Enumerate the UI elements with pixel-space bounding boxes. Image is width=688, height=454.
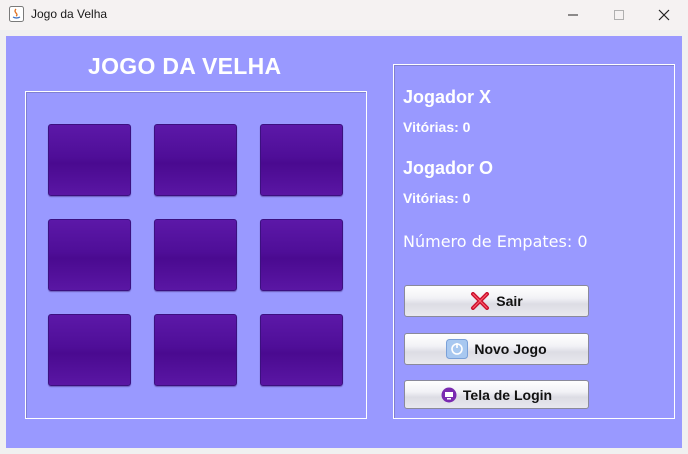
game-window: JOGO DA VELHA Jogador X Vitórias: 0 Joga… [6, 36, 682, 448]
title-bar: Jogo da Velha [0, 0, 688, 30]
board-panel [25, 91, 367, 419]
game-title: JOGO DA VELHA [88, 53, 282, 79]
maximize-button[interactable] [596, 0, 642, 30]
score-panel: Jogador X Vitórias: 0 Jogador O Vitórias… [393, 64, 675, 419]
board-cell-6[interactable] [260, 219, 343, 291]
exit-button-label: Sair [496, 293, 523, 309]
new-game-button[interactable]: Novo Jogo [404, 333, 589, 365]
close-button[interactable] [641, 0, 687, 30]
board-cell-8[interactable] [154, 314, 237, 386]
java-app-icon [9, 6, 24, 22]
player-o-name: Jogador O [403, 158, 494, 178]
login-screen-button[interactable]: Tela de Login [404, 380, 589, 409]
exit-button[interactable]: Sair [404, 285, 589, 317]
board-cell-4[interactable] [48, 219, 131, 291]
new-game-button-label: Novo Jogo [474, 341, 547, 357]
board-cell-9[interactable] [260, 314, 343, 386]
board-cell-3[interactable] [260, 124, 343, 196]
player-x-name: Jogador X [403, 87, 492, 107]
refresh-icon [446, 339, 469, 359]
draws-count: Número de Empates: 0 [403, 232, 588, 251]
login-screen-icon [441, 387, 457, 403]
minimize-button[interactable] [550, 0, 596, 30]
window-title: Jogo da Velha [31, 7, 108, 21]
red-x-icon [470, 292, 490, 310]
board-cell-7[interactable] [48, 314, 131, 386]
login-screen-button-label: Tela de Login [462, 386, 553, 403]
board-cell-1[interactable] [48, 124, 131, 196]
board-cell-5[interactable] [154, 219, 237, 291]
player-x-wins: Vitórias: 0 [403, 119, 471, 135]
player-o-wins: Vitórias: 0 [403, 190, 471, 206]
board-cell-2[interactable] [154, 124, 237, 196]
